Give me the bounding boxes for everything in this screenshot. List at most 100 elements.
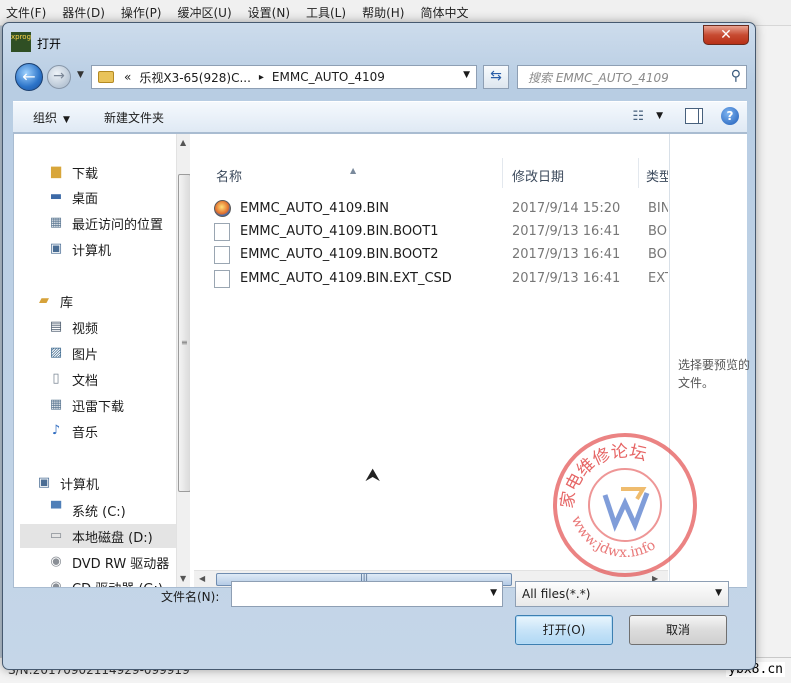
address-bar[interactable]: « 乐视X3-65(928)C... ▸ EMMC_AUTO_4109 ▼ (91, 65, 477, 89)
menu-tools[interactable]: 工具(L) (306, 4, 346, 21)
close-button[interactable]: ✕ (703, 25, 749, 45)
search-input[interactable]: 搜索 EMMC_AUTO_4109 ⚲ (517, 65, 747, 89)
address-dropdown-icon[interactable]: ▼ (463, 70, 470, 80)
navigation-row: ← → ▼ « 乐视X3-65(928)C... ▸ EMMC_AUTO_410… (13, 61, 747, 93)
nav-item-music[interactable]: ♪ 音乐 (48, 419, 190, 443)
views-icon[interactable]: ☷ (632, 109, 644, 124)
scroll-up-icon[interactable]: ▲ (180, 138, 186, 147)
refresh-button[interactable]: ⇆ (483, 65, 509, 89)
computer-icon: ▣ (37, 475, 51, 490)
close-icon: ✕ (720, 27, 732, 43)
breadcrumb-current[interactable]: EMMC_AUTO_4109 (272, 70, 385, 84)
scroll-left-icon[interactable]: ◀ (199, 574, 205, 583)
file-date: 2017/9/14 15:20 (512, 201, 621, 216)
menu-settings[interactable]: 设置(N) (248, 4, 290, 21)
column-divider[interactable] (502, 158, 503, 188)
open-button[interactable]: 打开(O) (515, 615, 613, 645)
help-icon[interactable]: ? (721, 107, 739, 125)
nav-item-documents[interactable]: ▯ 文档 (48, 367, 190, 391)
preview-pane-icon[interactable] (685, 108, 703, 124)
folder-icon (98, 71, 114, 83)
menu-file[interactable]: 文件(F) (6, 4, 46, 21)
file-name: EMMC_AUTO_4109.BIN.EXT_CSD (240, 271, 452, 286)
column-divider[interactable] (638, 158, 639, 188)
nav-item-library[interactable]: ▰ 库 (36, 289, 190, 313)
views-dropdown-icon[interactable]: ▼ (656, 111, 663, 121)
filename-dropdown-icon[interactable]: ▼ (490, 588, 497, 598)
file-type: EXT (648, 271, 668, 286)
back-arrow-icon: ← (22, 67, 36, 86)
back-button[interactable]: ← (15, 63, 43, 91)
preview-pane: 选择要预览的文件。 (669, 134, 750, 587)
forward-arrow-icon: → (53, 68, 65, 84)
filename-input[interactable]: ▼ (231, 581, 503, 607)
search-icon[interactable]: ⚲ (731, 68, 741, 84)
nav-item-videos[interactable]: ▤ 视频 (48, 315, 190, 339)
file-row[interactable]: EMMC_AUTO_4109.BIN.BOOT1 2017/9/13 16:41… (214, 221, 668, 243)
nav-item-pictures[interactable]: ▨ 图片 (48, 341, 190, 365)
open-dialog: xprog 打开 ✕ ← → ▼ « 乐视X3-65(928)C... ▸ EM… (2, 22, 756, 670)
nav-item-thunder-downloads[interactable]: ▦ 迅雷下载 (48, 393, 190, 417)
filename-label: 文件名(N): (161, 590, 220, 604)
nav-item-desktop[interactable]: ▬ 桌面 (48, 185, 190, 209)
nav-item-recent[interactable]: ▦ 最近访问的位置 (48, 211, 190, 235)
file-type: BO (648, 224, 667, 239)
content-area: ▆ 下载 ▬ 桌面 ▦ 最近访问的位置 ▣ 计算机 ▰ 库 ▤ 视频 ▨ 图片 ▯ 文档 ▦ 迅雷… (13, 133, 750, 588)
xprog-app-icon: xprog (11, 32, 31, 52)
cancel-button[interactable]: 取消 (629, 615, 727, 645)
menu-help[interactable]: 帮助(H) (362, 4, 404, 21)
file-type-value: All files(*.*) (522, 587, 591, 601)
chevron-down-icon: ▼ (63, 114, 70, 125)
generic-file-icon (214, 270, 230, 288)
file-row[interactable]: EMMC_AUTO_4109.BIN.BOOT2 2017/9/13 16:41… (214, 244, 668, 266)
nav-item-cd-drive[interactable]: ◉CD 驱动器 (G:) (48, 575, 190, 588)
nav-item-computer-favorite[interactable]: ▣ 计算机 (48, 237, 190, 261)
menu-buffer[interactable]: 缓冲区(U) (178, 4, 232, 21)
nav-scrollbar-thumb[interactable] (178, 174, 190, 492)
navigation-pane: ▆ 下载 ▬ 桌面 ▦ 最近访问的位置 ▣ 计算机 ▰ 库 ▤ 视频 ▨ 图片 ▯ 文档 ▦ 迅雷… (14, 134, 190, 587)
scroll-down-icon[interactable]: ▼ (180, 574, 186, 583)
nav-item-drive-c[interactable]: ▀ 系统 (C:) (48, 498, 190, 522)
library-icon: ▰ (39, 293, 49, 308)
file-type-select[interactable]: All files(*.*) ▼ (515, 581, 729, 607)
file-type: BIN (648, 201, 668, 216)
column-name[interactable]: 名称 (216, 166, 242, 185)
nav-item-drive-d[interactable]: ▭ 本地磁盘 (D:) (20, 524, 176, 548)
breadcrumb-separator-icon[interactable]: ▸ (259, 72, 264, 83)
address-prefix[interactable]: « (124, 70, 131, 84)
new-folder-button[interactable]: 新建文件夹 (104, 109, 164, 126)
column-type[interactable]: 类型 (646, 166, 668, 185)
menu-operation[interactable]: 操作(P) (121, 4, 162, 21)
chevron-down-icon: ▼ (715, 588, 722, 598)
refresh-icon: ⇆ (490, 68, 502, 84)
dialog-title: 打开 (37, 37, 62, 51)
forward-button[interactable]: → (47, 65, 71, 89)
file-row[interactable]: EMMC_AUTO_4109.BIN.EXT_CSD 2017/9/13 16:… (214, 268, 668, 290)
music-icon: ♪ (51, 423, 61, 438)
file-row[interactable]: EMMC_AUTO_4109.BIN 2017/9/14 15:20 BIN (214, 198, 668, 220)
breadcrumb-parent[interactable]: 乐视X3-65(928)C... (139, 69, 251, 86)
menu-language[interactable]: 简体中文 (420, 4, 468, 21)
nav-item-downloads[interactable]: ▆ 下载 (48, 160, 190, 184)
sort-ascending-icon: ▲ (350, 166, 357, 175)
recent-places-icon: ▦ (49, 215, 63, 230)
file-date: 2017/9/13 16:41 (512, 247, 621, 262)
menu-device[interactable]: 器件(D) (62, 4, 105, 21)
nav-item-computer[interactable]: ▣ 计算机 (36, 471, 190, 495)
organize-button[interactable]: 组织 ▼ (33, 109, 70, 126)
file-date: 2017/9/13 16:41 (512, 224, 621, 239)
file-name: EMMC_AUTO_4109.BIN (240, 201, 389, 216)
generic-file-icon (214, 223, 230, 241)
dvd-drive-icon: ◉ (50, 554, 62, 569)
column-headers: ▲ 名称 修改日期 类型 (194, 158, 668, 188)
app-background-panel (751, 26, 791, 683)
system-drive-icon: ▀ (51, 502, 61, 517)
video-icon: ▤ (49, 319, 63, 334)
bin-file-icon (214, 200, 231, 217)
hard-drive-icon: ▭ (49, 528, 63, 543)
nav-scrollbar[interactable]: ▲ ≡ ▼ (176, 134, 190, 587)
column-date[interactable]: 修改日期 (512, 166, 564, 185)
history-dropdown-icon[interactable]: ▼ (77, 70, 84, 80)
dialog-titlebar[interactable]: xprog 打开 ✕ (3, 23, 755, 59)
nav-item-dvd-drive[interactable]: ◉ DVD RW 驱动器 (48, 550, 190, 574)
